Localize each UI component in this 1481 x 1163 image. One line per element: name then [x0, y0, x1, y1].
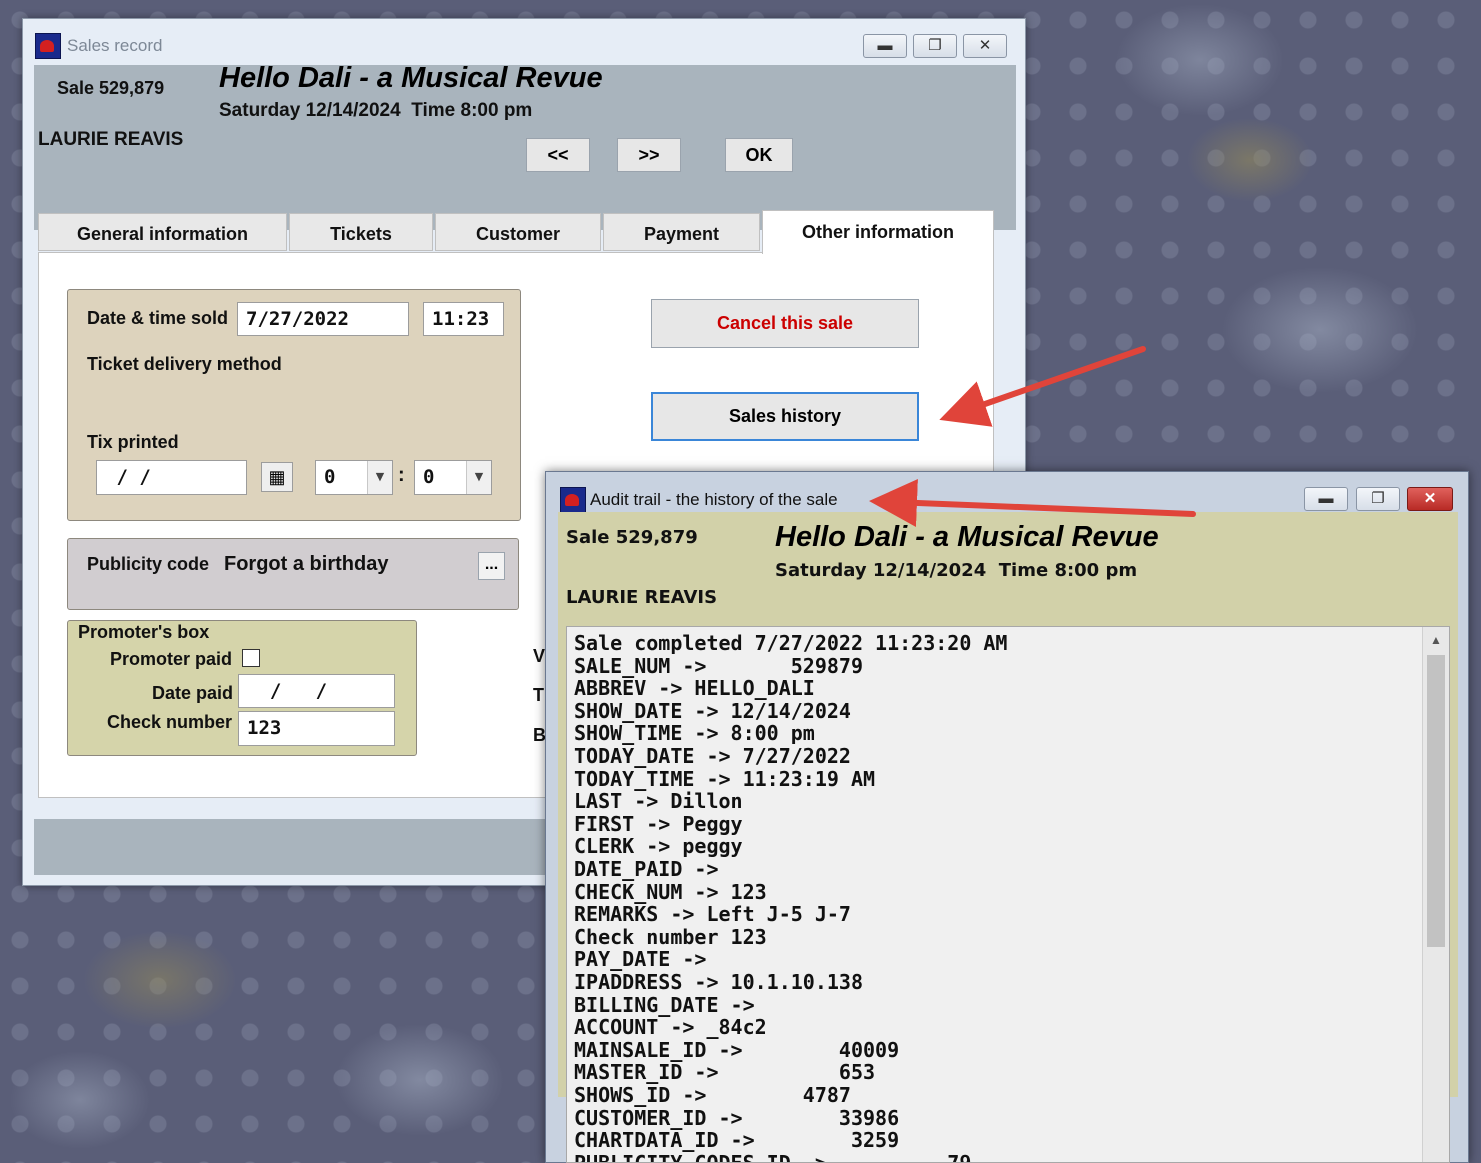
tix-printed-date-field[interactable]: / / — [96, 460, 247, 495]
audit-log-line: DATE_PAID -> — [574, 857, 719, 881]
customer-name: LAURIE REAVIS — [38, 129, 184, 150]
audit-log-line: CLERK -> peggy — [574, 834, 743, 859]
audit-sale-number: Sale 529,879 — [566, 527, 698, 548]
maximize-icon[interactable]: ❐ — [913, 34, 957, 58]
audit-log-line: CHECK_NUM -> 123 — [574, 879, 767, 904]
app-logo-icon — [35, 33, 61, 59]
promoters-box-title: Promoter's box — [78, 622, 210, 642]
tab-payment[interactable]: Payment — [603, 213, 760, 251]
tix-minute-value: 0 — [423, 466, 435, 488]
time-separator: : — [398, 464, 405, 486]
time-sold-field[interactable]: 11:23 — [423, 302, 504, 336]
show-title: Hello Dali - a Musical Revue — [219, 62, 603, 94]
audit-log-line: CUSTOMER_ID -> 33986 — [574, 1105, 900, 1130]
date-time-sold-label: Date & time sold — [87, 308, 229, 328]
tab-customer[interactable]: Customer — [435, 213, 601, 251]
sales-history-button[interactable]: Sales history — [651, 392, 919, 441]
audit-show-title: Hello Dali - a Musical Revue — [775, 521, 1159, 553]
partial-label-t: T — [533, 685, 544, 705]
tab-general-information[interactable]: General information — [38, 213, 287, 251]
tix-hour-dropdown[interactable]: 0 ▼ — [315, 460, 393, 495]
minimize-icon[interactable]: ▬ — [1304, 487, 1348, 511]
date-paid-label: Date paid — [152, 683, 234, 703]
chevron-down-icon[interactable]: ▼ — [466, 461, 491, 494]
scrollbar-thumb[interactable] — [1427, 655, 1445, 947]
audit-log-line: LAST -> Dillon — [574, 789, 743, 814]
show-datetime: Saturday 12/14/2024 Time 8:00 pm — [219, 100, 533, 121]
audit-log-line: IPADDRESS -> 10.1.10.138 — [574, 970, 863, 994]
sale-number: Sale 529,879 — [57, 78, 165, 98]
audit-log-line: SALE_NUM -> 529879 — [574, 653, 863, 678]
date-sold-field[interactable]: 7/27/2022 — [237, 302, 409, 336]
audit-log-textarea[interactable]: Sale completed 7/27/2022 11:23:20 AM SALE… — [566, 626, 1450, 1163]
publicity-browse-button[interactable]: ... — [478, 552, 505, 580]
previous-sale-button[interactable]: << — [526, 138, 590, 172]
audit-log-line: MASTER_ID -> 653 — [574, 1060, 876, 1085]
partial-label-v: V — [533, 646, 546, 666]
cancel-sale-button[interactable]: Cancel this sale — [651, 299, 919, 348]
next-sale-button[interactable]: >> — [617, 138, 681, 172]
audit-customer-name: LAURIE REAVIS — [566, 587, 718, 608]
chevron-down-icon[interactable]: ▼ — [367, 461, 392, 494]
close-icon[interactable]: ✕ — [1407, 487, 1453, 511]
tix-printed-label: Tix printed — [87, 432, 179, 452]
audit-log-line: TODAY_DATE -> 7/27/2022 — [574, 744, 851, 768]
minimize-icon[interactable]: ▬ — [863, 34, 907, 58]
audit-log-line: PUBLICITY_CODES_ID -> 79 — [574, 1150, 972, 1163]
audit-log-line: PAY_DATE -> — [574, 947, 707, 972]
audit-log-line: CHARTDATA_ID -> 3259 — [574, 1128, 900, 1153]
window-title: Sales record — [67, 36, 163, 55]
audit-log-line: Sale completed 7/27/2022 11:23:20 AM — [574, 631, 1008, 655]
publicity-code-label: Publicity code — [87, 554, 210, 574]
audit-log-line: SHOW_DATE -> 12/14/2024 — [574, 698, 851, 723]
check-number-label: Check number — [107, 712, 233, 732]
tix-minute-dropdown[interactable]: 0 ▼ — [414, 460, 492, 495]
tix-hour-value: 0 — [324, 466, 336, 488]
ok-button[interactable]: OK — [725, 138, 793, 172]
calendar-icon[interactable]: ▦ — [261, 462, 293, 492]
close-icon[interactable]: ✕ — [963, 34, 1007, 58]
date-paid-field[interactable]: / / — [238, 674, 395, 708]
audit-log-line: ACCOUNT -> _84c2 — [574, 1015, 767, 1040]
ticket-delivery-method-label: Ticket delivery method — [87, 354, 282, 374]
audit-log-line: REMARKS -> Left J-5 J-7 — [574, 902, 851, 927]
audit-log-line: BILLING_DATE -> — [574, 992, 755, 1017]
publicity-code-value: Forgot a birthday — [224, 553, 389, 575]
tab-other-information[interactable]: Other information — [762, 210, 994, 254]
audit-log-line: SHOW_TIME -> 8:00 pm — [574, 721, 815, 746]
audit-log-line: Check number 123 — [574, 924, 767, 949]
audit-log-scrollbar[interactable]: ▲ — [1422, 627, 1449, 1162]
app-logo-icon — [560, 487, 586, 513]
sales-title-bar[interactable]: Sales record ▬ ❐ ✕ — [23, 19, 1025, 61]
audit-title-bar[interactable]: Audit trail - the history of the sale ▬ … — [546, 472, 1468, 513]
audit-log-line: MAINSALE_ID -> 40009 — [574, 1037, 900, 1062]
audit-log-line: SHOWS_ID -> 4787 — [574, 1083, 851, 1107]
maximize-icon[interactable]: ❐ — [1356, 487, 1400, 511]
scroll-up-icon[interactable]: ▲ — [1423, 629, 1449, 651]
promoter-paid-checkbox[interactable] — [242, 649, 260, 667]
audit-log-line: TODAY_TIME -> 11:23:19 AM — [574, 766, 876, 791]
audit-show-datetime: Saturday 12/14/2024 Time 8:00 pm — [775, 560, 1138, 581]
check-number-field[interactable]: 123 — [238, 711, 395, 746]
audit-log-line: FIRST -> Peggy — [574, 811, 743, 836]
audit-window-title: Audit trail - the history of the sale — [590, 490, 838, 509]
audit-log-line: ABBREV -> HELLO_DALI — [574, 676, 815, 701]
promoter-paid-label: Promoter paid — [110, 649, 233, 669]
tab-tickets[interactable]: Tickets — [289, 213, 433, 251]
